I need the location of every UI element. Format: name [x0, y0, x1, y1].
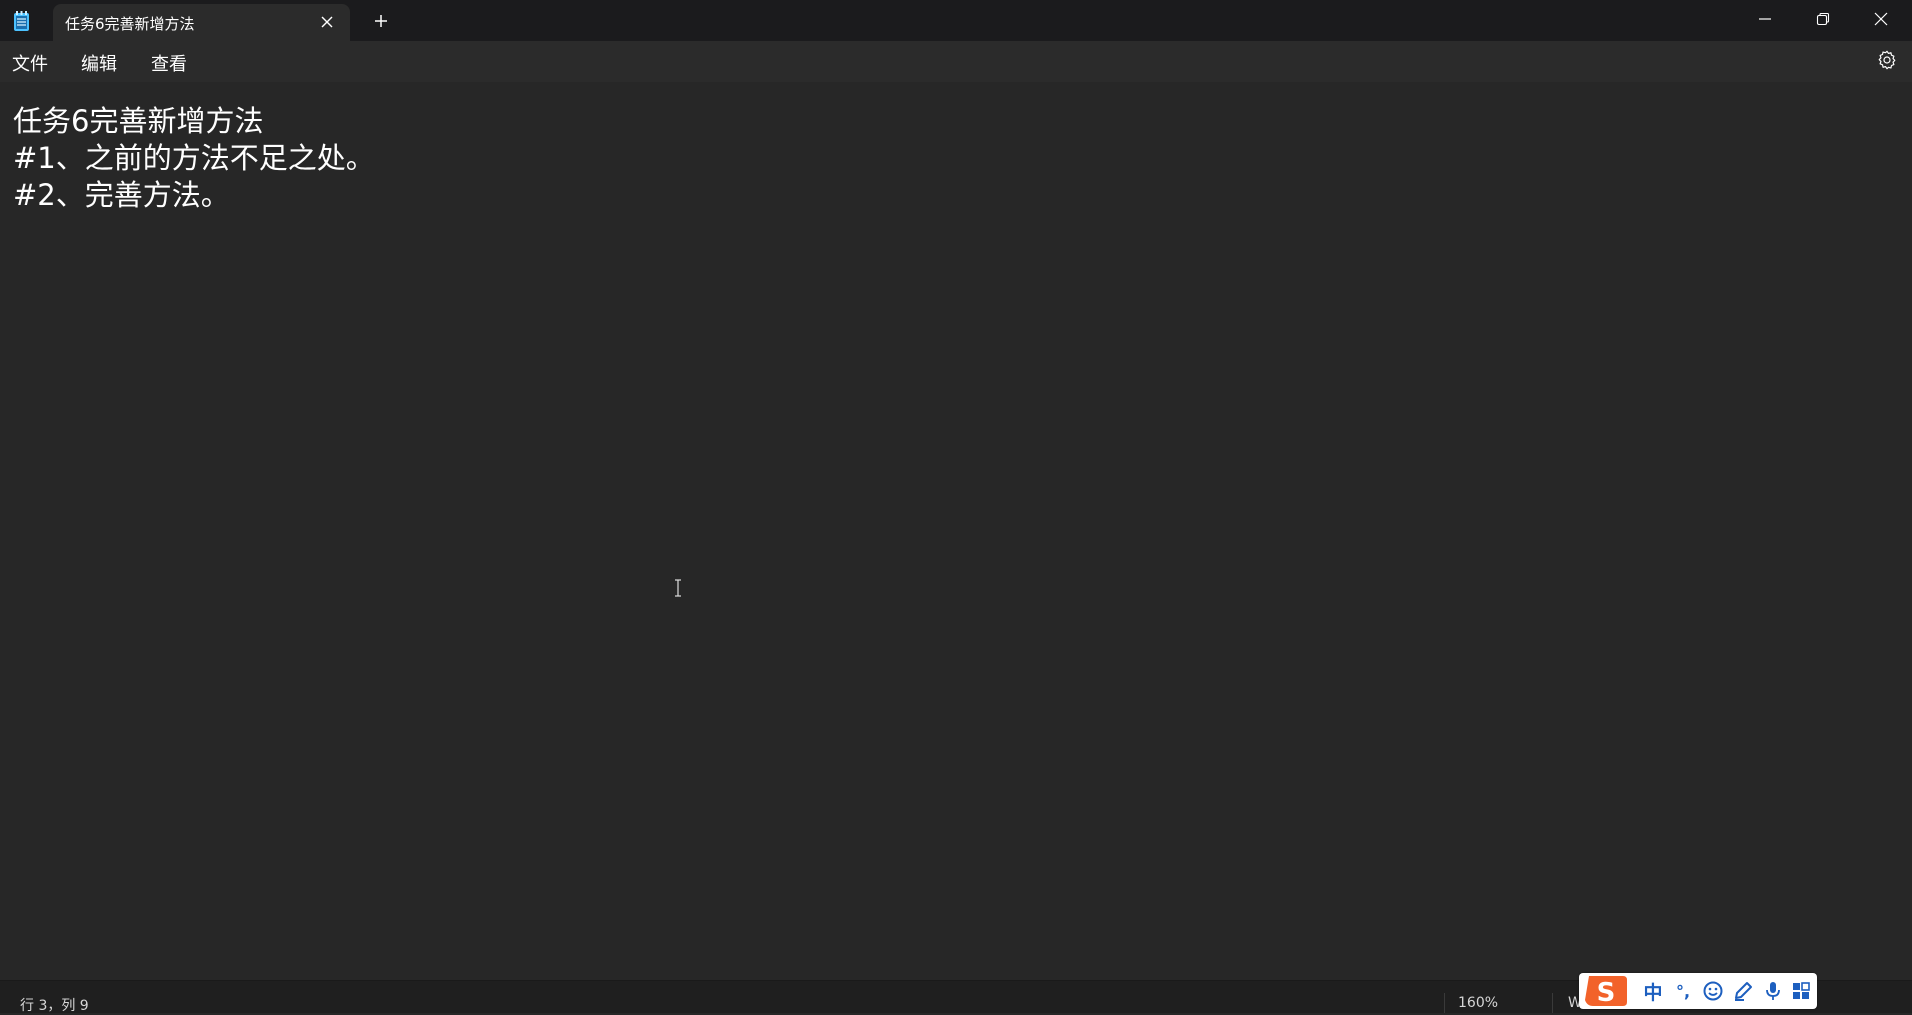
notepad-icon [12, 10, 32, 32]
svg-text:S: S [1597, 978, 1616, 1008]
toolbox-icon[interactable] [1789, 979, 1813, 1003]
tab-title: 任务6完善新增方法 [65, 15, 195, 33]
zoom-level[interactable]: 160% [1458, 995, 1498, 1011]
ibeam-cursor-icon [672, 578, 684, 598]
new-tab-plus-icon[interactable] [370, 10, 392, 32]
ime-toolbar[interactable]: S 中 °, [1579, 973, 1817, 1009]
cursor-position: 行 3，列 9 [20, 998, 89, 1014]
status-divider [1444, 993, 1445, 1013]
minimize-button[interactable] [1736, 0, 1794, 38]
sogou-logo-icon[interactable]: S [1583, 974, 1629, 1008]
restore-button[interactable] [1794, 0, 1852, 38]
status-divider [1552, 993, 1553, 1013]
editor-line: 任务6完善新增方法 [13, 104, 264, 138]
menu-file[interactable]: 文件 [10, 50, 50, 76]
menu-bar: 文件 编辑 查看 [0, 41, 1912, 83]
menu-view[interactable]: 查看 [149, 50, 189, 76]
microphone-icon[interactable] [1761, 979, 1785, 1003]
tab-close-icon[interactable] [318, 13, 336, 31]
title-bar: 任务6完善新增方法 [0, 0, 1912, 41]
restore-icon [1816, 12, 1830, 26]
settings-gear-icon[interactable] [1876, 49, 1898, 71]
editor-line: #1、之前的方法不足之处。 [13, 141, 375, 175]
pen-icon[interactable] [1731, 979, 1755, 1003]
ime-chinese-mode[interactable]: 中 [1641, 979, 1665, 1004]
editor-content[interactable]: 任务6完善新增方法 #1、之前的方法不足之处。 #2、完善方法。 [13, 103, 375, 214]
ime-punctuation-mode[interactable]: °, [1671, 979, 1695, 1003]
text-editor[interactable]: 任务6完善新增方法 #1、之前的方法不足之处。 #2、完善方法。 [0, 82, 1912, 980]
close-icon [1874, 12, 1888, 26]
minimize-icon [1759, 18, 1771, 20]
close-window-button[interactable] [1852, 0, 1910, 38]
editor-line: #2、完善方法。 [13, 178, 230, 212]
emoji-icon[interactable] [1701, 979, 1725, 1003]
menu-edit[interactable]: 编辑 [79, 50, 119, 76]
tab-document[interactable]: 任务6完善新增方法 [53, 4, 350, 41]
